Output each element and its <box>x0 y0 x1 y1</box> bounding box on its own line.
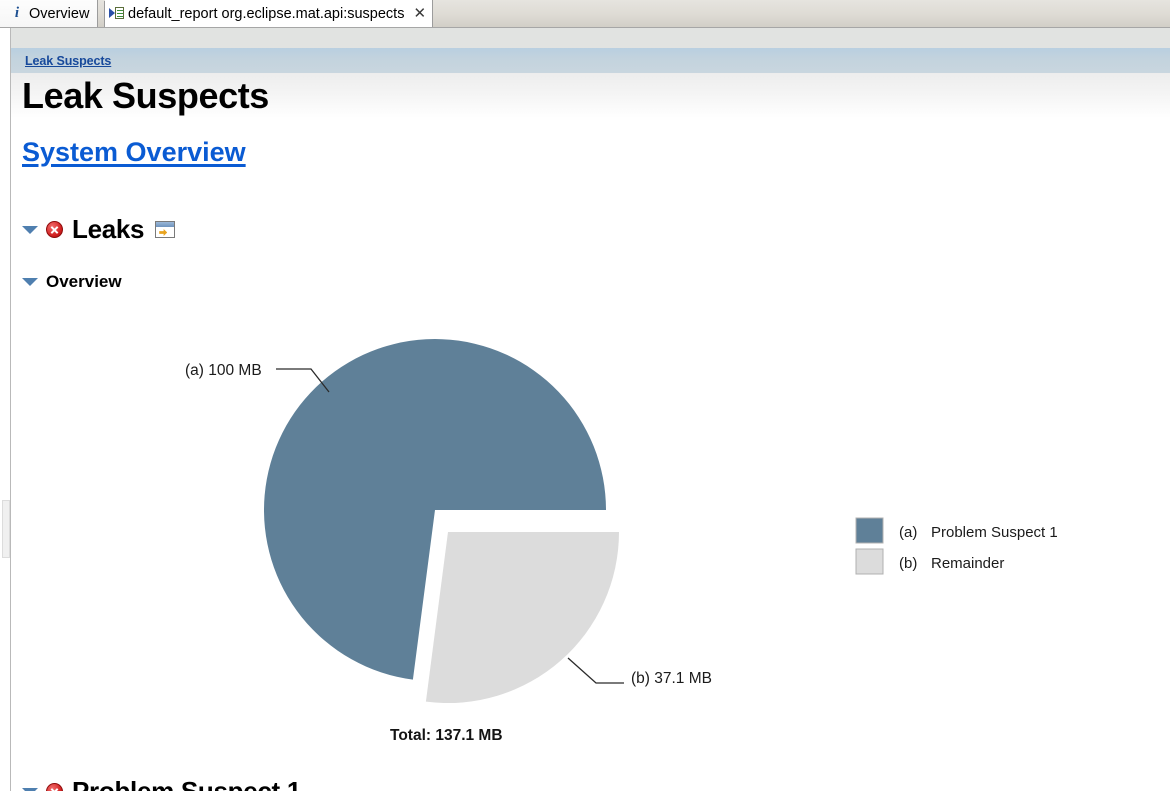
info-icon: i <box>14 5 20 21</box>
pie-label-a: (a) 100 MB <box>185 362 262 379</box>
editor-tab-bar: i Overview default_report org.eclipse.ma… <box>0 0 1170 28</box>
section-header-leaks: Leaks <box>22 214 176 245</box>
chevron-down-icon[interactable] <box>22 787 38 791</box>
legend-swatch-b <box>855 548 884 575</box>
chart-legend: (a) Problem Suspect 1 (b) Remainder <box>855 517 1058 575</box>
section-leaks-label: Leaks <box>72 214 145 244</box>
tab-overview[interactable]: i Overview <box>0 0 99 27</box>
legend-label-a: Problem Suspect 1 <box>931 524 1058 541</box>
report-icon <box>109 6 125 21</box>
legend-swatch-a <box>855 517 884 544</box>
pie-total-label: Total: 137.1 MB <box>390 727 503 744</box>
chevron-down-icon[interactable] <box>22 278 38 286</box>
section-overview-label: Overview <box>46 272 122 291</box>
breadcrumb: Leak Suspects <box>11 48 1170 73</box>
leak-suspects-report-window: i Overview default_report org.eclipse.ma… <box>0 0 1170 791</box>
error-icon <box>46 783 63 791</box>
section-header-problem-suspect-1: Problem Suspect 1 <box>22 776 301 791</box>
system-overview-link[interactable]: System Overview <box>22 137 246 168</box>
pie-label-b: (b) 37.1 MB <box>631 670 712 687</box>
tab-overview-label: Overview <box>29 5 90 22</box>
close-icon[interactable]: ✕ <box>413 6 426 21</box>
pie-chart-svg: (a) 100 MB (b) 37.1 MB Total: 137.1 MB (… <box>185 339 1058 744</box>
section-problem-suspect-1-label: Problem Suspect 1 <box>72 776 301 791</box>
pie-geometry <box>264 339 619 704</box>
legend-key-b: (b) <box>899 555 917 572</box>
open-window-icon[interactable] <box>155 221 176 238</box>
legend-label-b: Remainder <box>931 555 1004 572</box>
legend-key-a: (a) <box>899 524 917 541</box>
tab-default-report-suspects[interactable]: default_report org.eclipse.mat.api:suspe… <box>105 0 434 27</box>
section-header-overview: Overview <box>22 272 122 292</box>
leader-line-b <box>567 657 624 684</box>
report-content: Leak Suspects Leak Suspects System Overv… <box>11 28 1170 791</box>
chevron-down-icon[interactable] <box>22 225 38 234</box>
pie-chart: (a) 100 MB (b) 37.1 MB Total: 137.1 MB (… <box>11 296 1170 766</box>
vertical-scrollbar-thumb[interactable] <box>2 500 10 558</box>
page-title: Leak Suspects <box>22 75 269 116</box>
breadcrumb-link-leak-suspects[interactable]: Leak Suspects <box>25 54 111 68</box>
error-icon <box>46 221 63 238</box>
tab-default-report-label: default_report org.eclipse.mat.api:suspe… <box>128 5 405 22</box>
content-top-strip <box>11 28 1170 48</box>
